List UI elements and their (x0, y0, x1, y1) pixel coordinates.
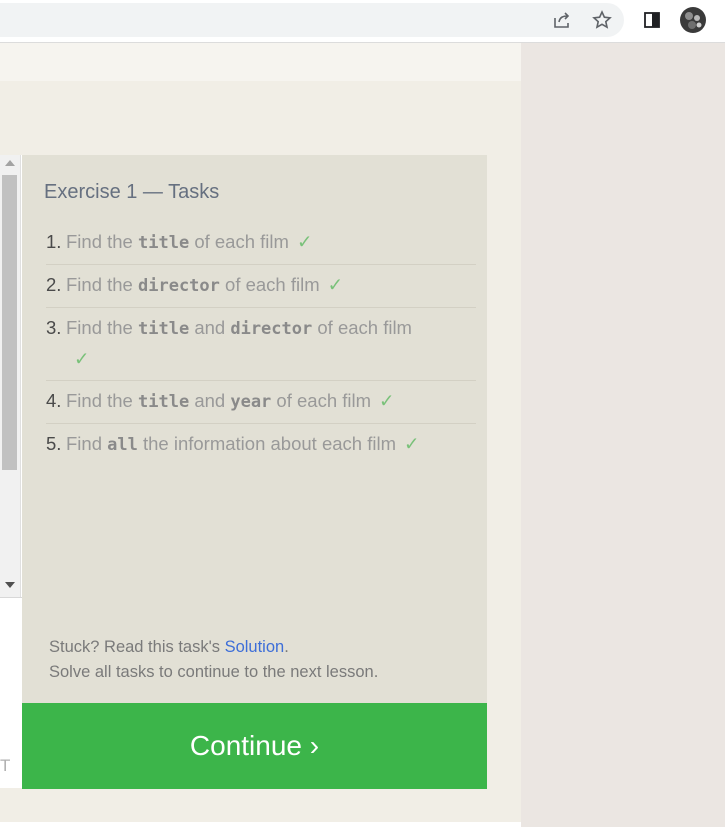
solution-link[interactable]: Solution (225, 638, 285, 656)
task-item: 4. Find the title and year of each film ✓ (46, 381, 476, 424)
task-text: Find the (66, 231, 138, 252)
task-text: and (189, 317, 231, 338)
task-keyword: director (230, 319, 313, 339)
task-keyword: title (138, 319, 190, 339)
panel-title: Exercise 1 — Tasks (44, 181, 220, 203)
solve-all-text: Solve all tasks to continue to the next … (49, 663, 379, 681)
scrollbar-thumb[interactable] (2, 175, 17, 470)
stuck-suffix: . (284, 638, 289, 656)
continue-button[interactable]: Continue › (22, 703, 487, 789)
panel-footer: Stuck? Read this task's Solution. Solve … (49, 635, 378, 685)
lesson-header-band (0, 43, 521, 81)
task-text: and (189, 390, 231, 411)
task-keyword: director (138, 276, 220, 296)
task-text: of each film (219, 274, 320, 295)
profile-avatar[interactable] (678, 5, 708, 35)
scroll-up-arrow-icon[interactable] (5, 160, 15, 166)
task-text: Find the (66, 390, 138, 411)
editor-cut-text: T (0, 756, 11, 775)
scroll-down-arrow-icon[interactable] (5, 582, 15, 588)
checkmark-icon: ✓ (379, 390, 395, 411)
editor-divider (0, 597, 22, 598)
task-number: 5. (46, 433, 62, 454)
task-number: 2. (46, 274, 62, 295)
star-icon[interactable] (590, 8, 614, 32)
task-keyword: title (138, 392, 190, 412)
checkmark-icon: ✓ (74, 348, 90, 369)
task-text: of each film (189, 231, 289, 252)
task-number: 4. (46, 390, 62, 411)
task-keyword: year (230, 392, 272, 412)
task-text: Find the (66, 317, 138, 338)
task-keyword: title (138, 233, 190, 253)
task-text: the information about each film (137, 433, 396, 454)
task-text: of each film (312, 317, 412, 338)
share-icon[interactable] (550, 8, 574, 32)
side-panel-icon[interactable] (640, 8, 664, 32)
checkmark-icon: ✓ (327, 274, 344, 295)
task-text: of each film (271, 390, 372, 411)
browser-toolbar (0, 0, 725, 43)
address-bar[interactable] (0, 3, 624, 37)
checkmark-icon: ✓ (403, 433, 420, 454)
task-number: 1. (46, 231, 62, 252)
task-keyword: all (107, 435, 138, 455)
stuck-text: Stuck? Read this task's (49, 638, 225, 656)
task-text: Find (66, 433, 108, 454)
editor-scrollbar[interactable] (0, 155, 21, 597)
checkmark-icon: ✓ (296, 231, 313, 252)
task-item: 2. Find the director of each film ✓ (46, 265, 476, 308)
stuck-line: Stuck? Read this task's Solution. (49, 635, 378, 660)
page-gutter (521, 43, 725, 827)
task-text: Find the (66, 274, 138, 295)
task-number: 3. (46, 317, 62, 338)
task-list: 1. Find the title of each film ✓ 2. Find … (46, 222, 476, 466)
tasks-panel: Exercise 1 — Tasks 1. Find the title of … (22, 155, 487, 703)
task-item: 1. Find the title of each film ✓ (46, 222, 476, 265)
task-item: 3. Find the title and director of each f… (46, 308, 476, 381)
task-item: 5. Find all the information about each f… (46, 424, 476, 466)
page-bottom-edge (0, 822, 521, 827)
